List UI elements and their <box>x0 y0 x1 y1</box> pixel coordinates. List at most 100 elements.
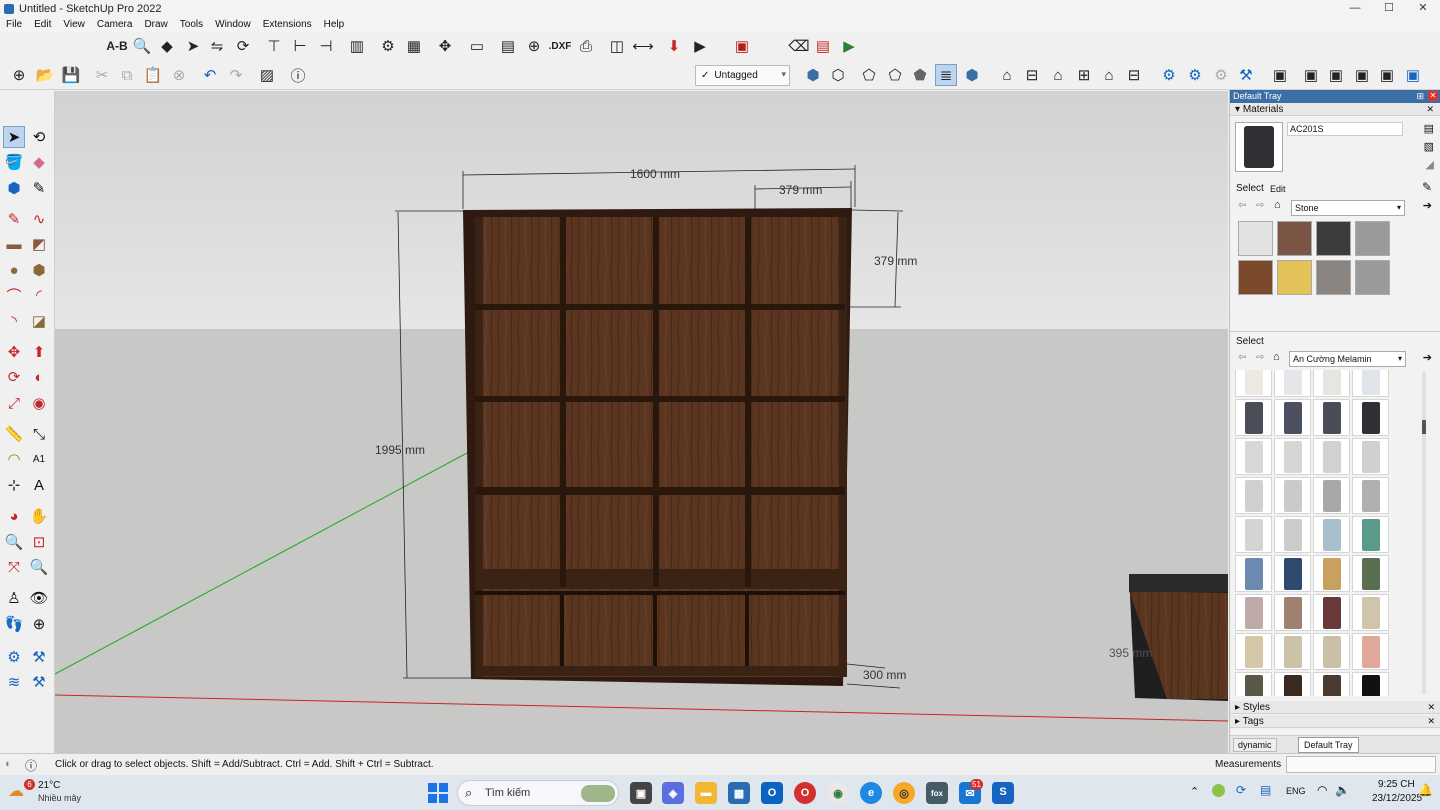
move-tool-icon[interactable]: ✥ <box>3 341 25 363</box>
polygon-tool-icon[interactable]: ⬢ <box>28 259 50 281</box>
rectangle-icon[interactable]: ▭ <box>466 35 488 57</box>
melamine-swatch[interactable] <box>1352 477 1389 514</box>
close-button[interactable]: ✕ <box>1406 0 1440 17</box>
material-name-field[interactable]: AC201S <box>1287 122 1403 136</box>
circle-tool-icon[interactable]: ● <box>3 259 25 281</box>
model-info-icon[interactable]: ▨ <box>256 64 278 86</box>
stone-swatch[interactable] <box>1355 260 1390 295</box>
melamine-swatch[interactable] <box>1313 399 1350 436</box>
select-tool-icon[interactable]: ➤ <box>3 126 25 148</box>
align-center-icon[interactable]: ⊣ <box>315 35 337 57</box>
menu-view[interactable]: View <box>57 19 91 30</box>
dimension-tool-icon[interactable]: ⤡ <box>28 423 50 445</box>
melamine-swatch[interactable] <box>1235 477 1272 514</box>
melamine-swatch[interactable] <box>1274 672 1311 696</box>
store-icon[interactable]: ▦ <box>728 782 750 804</box>
melamine-swatch[interactable] <box>1235 399 1272 436</box>
two-point-arc-icon[interactable]: ◜ <box>28 284 50 306</box>
axes-tool-icon[interactable]: ⊹ <box>3 474 25 496</box>
melamine-swatch[interactable] <box>1313 555 1350 592</box>
melamine-swatch[interactable] <box>1352 399 1389 436</box>
back-view-icon[interactable]: ⌂ <box>1098 64 1120 86</box>
menu-tools[interactable]: Tools <box>174 19 209 30</box>
new-file-icon[interactable]: ⊕ <box>8 64 30 86</box>
styles-close-icon[interactable]: ✕ <box>1427 701 1435 714</box>
tags-close-icon[interactable]: ✕ <box>1427 715 1435 728</box>
scrollbar[interactable] <box>1422 372 1426 694</box>
collection-select-stone[interactable]: Stone ▾ <box>1291 200 1405 216</box>
shaded-textures-style-icon[interactable]: ≣ <box>935 64 957 86</box>
side-object-model[interactable] <box>1129 574 1228 701</box>
columns-icon[interactable]: ▥ <box>346 35 368 57</box>
create-material-icon[interactable]: ▤ <box>1424 122 1434 135</box>
3d-text-icon[interactable]: A <box>28 474 50 496</box>
dxf-export-button[interactable]: .DXF <box>546 35 574 57</box>
modeling-viewport[interactable]: 1600 mm 379 mm 379 mm 1995 mm 300 mm 395… <box>55 91 1228 753</box>
component-options-icon[interactable]: ⚙ <box>3 646 25 668</box>
geolocation-icon[interactable]: ◐ <box>5 758 12 770</box>
scale-tool-icon[interactable]: ⤢ <box>3 392 25 414</box>
tag-selector[interactable]: ✓ Untagged ▾ <box>695 65 790 86</box>
crosshair-icon[interactable]: ⊕ <box>523 35 545 57</box>
export-green-icon[interactable]: ▶ <box>838 35 860 57</box>
pie-tool-icon[interactable]: ◪ <box>28 310 50 332</box>
clock-time[interactable]: 9:25 CH <box>1378 779 1415 790</box>
menu-draw[interactable]: Draw <box>138 19 173 30</box>
melamine-swatch[interactable] <box>1313 672 1350 696</box>
component-icon-2[interactable]: ⚙ <box>1184 64 1206 86</box>
tray-overflow-chevron-icon[interactable]: ⌃ <box>1190 785 1199 798</box>
printer-icon[interactable]: ⎙ <box>575 35 597 57</box>
undo-icon[interactable]: ↶ <box>199 64 221 86</box>
wifi-icon[interactable]: ◠ <box>1317 783 1327 797</box>
tag-tool-icon[interactable]: ◆ <box>156 35 178 57</box>
arc-tool-icon[interactable]: ⌒ <box>3 284 25 306</box>
settings-gear-icon[interactable]: ⚙ <box>377 35 399 57</box>
melamine-swatch[interactable] <box>1235 633 1272 670</box>
make-component-icon[interactable]: ⬢ <box>3 177 25 199</box>
component-attributes-icon[interactable]: ⚒ <box>28 646 50 668</box>
shaded-style-icon[interactable]: ⬟ <box>909 64 931 86</box>
collection-select-melamine[interactable]: An Cường Melamin ▾ <box>1289 351 1406 367</box>
paste-icon[interactable]: 📋 <box>142 64 164 86</box>
forward-arrow-icon[interactable]: ⇨ <box>1256 200 1264 211</box>
melamine-swatch[interactable] <box>1274 399 1311 436</box>
melamine-swatch[interactable] <box>1274 370 1311 397</box>
tab-dynamic[interactable]: dynamic <box>1233 738 1277 752</box>
layers-icon[interactable]: ≋ <box>3 671 25 693</box>
materials-section-header[interactable]: ▾ Materials ✕ <box>1230 103 1440 116</box>
melamine-swatch[interactable] <box>1313 516 1350 553</box>
align-left-icon[interactable]: ⊢ <box>289 35 311 57</box>
back-arrow-icon-2[interactable]: ⇦ <box>1238 352 1246 363</box>
xray-style-icon[interactable]: ⬢ <box>802 64 824 86</box>
rectangle-tool-icon[interactable]: ▬ <box>3 233 25 255</box>
melamine-swatch[interactable] <box>1352 370 1389 397</box>
melamine-swatch[interactable] <box>1274 594 1311 631</box>
melamine-swatch[interactable] <box>1274 438 1311 475</box>
scene-canvas[interactable]: 1600 mm 379 mm 379 mm 1995 mm 300 mm 395… <box>55 91 1228 753</box>
delete-icon[interactable]: ⊗ <box>168 64 190 86</box>
info-icon[interactable]: ⓘ <box>287 64 309 86</box>
menu-window[interactable]: Window <box>209 19 257 30</box>
melamine-swatch[interactable] <box>1235 594 1272 631</box>
forward-arrow-icon-2[interactable]: ⇨ <box>1256 352 1264 363</box>
tape-measure-icon[interactable]: ✎ <box>28 177 50 199</box>
interact-icon[interactable]: ⚒ <box>28 671 50 693</box>
materials-close-icon[interactable]: ✕ <box>1426 103 1434 116</box>
melamine-swatch[interactable] <box>1274 633 1311 670</box>
menu-edit[interactable]: Edit <box>28 19 57 30</box>
report-icon[interactable]: ▣ <box>731 35 753 57</box>
extension-icon-2[interactable]: ▣ <box>1300 64 1322 86</box>
pan-hand-icon[interactable]: ✋ <box>28 505 50 527</box>
paint-material-icon[interactable]: ▧ <box>1424 140 1434 153</box>
outlook-icon[interactable]: O <box>761 782 783 804</box>
menu-extensions[interactable]: Extensions <box>257 19 318 30</box>
tab-default-tray[interactable]: Default Tray <box>1298 737 1359 753</box>
zoom-window-icon[interactable]: ⊡ <box>28 531 50 553</box>
three-point-arc-icon[interactable]: ◝ <box>3 310 25 332</box>
text-tool-icon[interactable]: A1 <box>28 448 50 470</box>
flip-tool-icon[interactable]: ⇋ <box>206 35 228 57</box>
tape-measure-tool-icon[interactable]: 📏 <box>3 423 25 445</box>
play-video-icon[interactable]: ▶ <box>689 35 711 57</box>
melamine-swatch[interactable] <box>1274 477 1311 514</box>
styles-section-header[interactable]: ▸ Styles ✕ <box>1230 701 1440 714</box>
